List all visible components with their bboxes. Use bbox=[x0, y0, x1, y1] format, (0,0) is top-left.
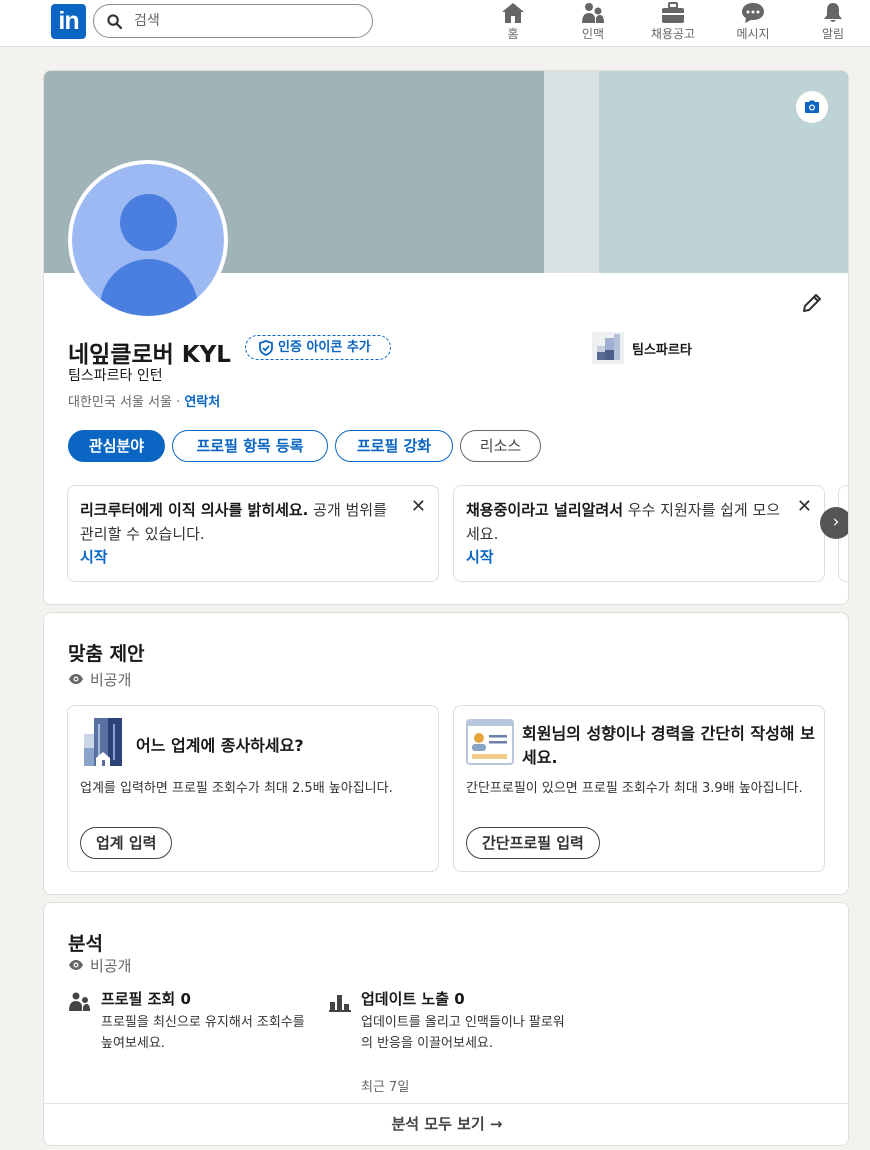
suggestion-title: 회원님의 성향이나 경력을 간단히 작성해 보세요. bbox=[522, 724, 815, 767]
nav-messaging[interactable]: 메시지 bbox=[718, 2, 788, 44]
linkedin-logo[interactable]: in bbox=[51, 4, 86, 39]
home-icon bbox=[502, 3, 524, 23]
nav-network-label: 인맥 bbox=[581, 27, 605, 41]
profile-card-icon bbox=[466, 719, 514, 765]
briefcase-icon bbox=[662, 2, 684, 23]
search-icon bbox=[107, 14, 122, 29]
prompt-text: 채용중이라고 널리알려서 우수 지원자를 쉽게 모으세요. bbox=[466, 501, 781, 543]
profile-card: 네잎클로버 KYL 인증 아이콘 추가 팀스파르타 팀스파르타 인턴 대한민국 … bbox=[43, 70, 849, 605]
open-to-work-prompt: 리크루터에게 이직 의사를 밝히세요. 공개 범위를 관리할 수 있습니다. 시… bbox=[67, 485, 439, 582]
stat-period: 최근 7일 bbox=[361, 1080, 410, 1095]
nav-jobs-label: 채용공고 bbox=[650, 27, 696, 41]
visibility-private: 비공개 bbox=[68, 669, 131, 690]
divider bbox=[44, 1103, 848, 1104]
suggestions-card: 맞춤 제안 비공개 어느 업계에 종사하세요? 업계를 입력하면 프로필 조회수… bbox=[43, 612, 849, 895]
suggestions-title: 맞춤 제안 bbox=[68, 643, 145, 665]
close-icon[interactable]: ✕ bbox=[411, 496, 426, 517]
nav-jobs[interactable]: 채용공고 bbox=[638, 2, 708, 44]
stat-desc: 프로필을 최신으로 유지해서 조회수를 높여보세요. bbox=[101, 1015, 305, 1051]
nav-home-label: 홈 bbox=[507, 27, 519, 41]
edit-profile-pencil-icon[interactable] bbox=[800, 291, 824, 315]
people-icon bbox=[69, 992, 90, 1011]
add-about-button[interactable]: 간단프로필 입력 bbox=[466, 827, 600, 859]
company-name: 팀스파르타 bbox=[632, 343, 692, 358]
company-logo bbox=[592, 332, 624, 364]
prompt-start-link[interactable]: 시작 bbox=[80, 546, 108, 567]
stat-desc: 업데이트를 올리고 인맥들이나 팔로워의 반응을 이끌어보세요. bbox=[361, 1015, 565, 1051]
close-icon[interactable]: ✕ bbox=[797, 496, 812, 517]
search-input[interactable] bbox=[134, 11, 359, 31]
stat-title: 업데이트 노출 0 bbox=[361, 990, 465, 1008]
add-profile-section-button[interactable]: 프로필 항목 등록 bbox=[172, 430, 328, 462]
nav-messaging-label: 메시지 bbox=[736, 27, 770, 41]
profile-headline: 팀스파르타 인턴 bbox=[68, 368, 163, 384]
suggestion-desc: 업계를 입력하면 프로필 조회수가 최대 2.5배 높아집니다. bbox=[80, 781, 393, 796]
suggestion-industry: 어느 업계에 종사하세요? 업계를 입력하면 프로필 조회수가 최대 2.5배 … bbox=[67, 705, 439, 872]
stat-title: 프로필 조회 0 bbox=[101, 990, 191, 1008]
visibility-private: 비공개 bbox=[68, 955, 131, 976]
show-all-analytics-link[interactable]: 분석 모두 보기 → bbox=[44, 1113, 848, 1134]
analytics-title: 분석 bbox=[68, 933, 103, 955]
eye-icon bbox=[69, 960, 83, 970]
hiring-prompt: 채용중이라고 널리알려서 우수 지원자를 쉽게 모으세요. 시작 ✕ bbox=[453, 485, 825, 582]
shield-check-icon bbox=[259, 340, 273, 356]
bell-icon bbox=[824, 3, 842, 22]
messaging-icon bbox=[742, 3, 764, 23]
search-box[interactable] bbox=[93, 4, 373, 38]
network-icon bbox=[582, 3, 604, 23]
bar-chart-icon bbox=[329, 995, 351, 1012]
prompt-start-link[interactable]: 시작 bbox=[466, 546, 494, 567]
nav-home[interactable]: 홈 bbox=[478, 2, 548, 44]
profile-location: 대한민국 서울 서울 · 연락처 bbox=[68, 391, 220, 410]
nav-notifications[interactable]: 알림 bbox=[798, 2, 868, 44]
camera-icon bbox=[805, 100, 819, 113]
analytics-card: 분석 비공개 프로필 조회 0 프로필을 최신으로 유지해서 조회수를 높여보세… bbox=[43, 902, 849, 1146]
add-industry-button[interactable]: 업계 입력 bbox=[80, 827, 173, 859]
suggestion-title: 어느 업계에 종사하세요? bbox=[136, 736, 304, 755]
industry-building-icon bbox=[84, 718, 122, 766]
verify-label: 인증 아이콘 추가 bbox=[278, 340, 371, 355]
suggestion-about: 회원님의 성향이나 경력을 간단히 작성해 보세요. 간단프로필이 있으면 프로… bbox=[453, 705, 825, 872]
resources-button[interactable]: 리소스 bbox=[460, 430, 541, 462]
prompt-text: 리크루터에게 이직 의사를 밝히세요. 공개 범위를 관리할 수 있습니다. bbox=[80, 501, 387, 543]
edit-cover-button[interactable] bbox=[796, 91, 828, 123]
contact-info-link[interactable]: 연락처 bbox=[184, 395, 220, 410]
eye-icon bbox=[69, 674, 83, 684]
profile-name: 네잎클로버 KYL bbox=[68, 342, 231, 368]
carousel-next-button[interactable]: › bbox=[820, 507, 848, 539]
location-text: 대한민국 서울 서울 · bbox=[68, 395, 185, 410]
add-verification-badge-button[interactable]: 인증 아이콘 추가 bbox=[245, 335, 391, 360]
suggestion-desc: 간단프로필이 있으면 프로필 조회수가 최대 3.9배 높아집니다. bbox=[466, 781, 803, 796]
nav-network[interactable]: 인맥 bbox=[558, 2, 628, 44]
open-to-button[interactable]: 관심분야 bbox=[68, 430, 165, 462]
top-nav: in 홈 인맥 채용공고 메시지 알림 bbox=[0, 0, 870, 47]
nav-notifications-label: 알림 bbox=[821, 27, 845, 41]
enhance-profile-button[interactable]: 프로필 강화 bbox=[335, 430, 453, 462]
profile-avatar[interactable] bbox=[68, 160, 228, 320]
